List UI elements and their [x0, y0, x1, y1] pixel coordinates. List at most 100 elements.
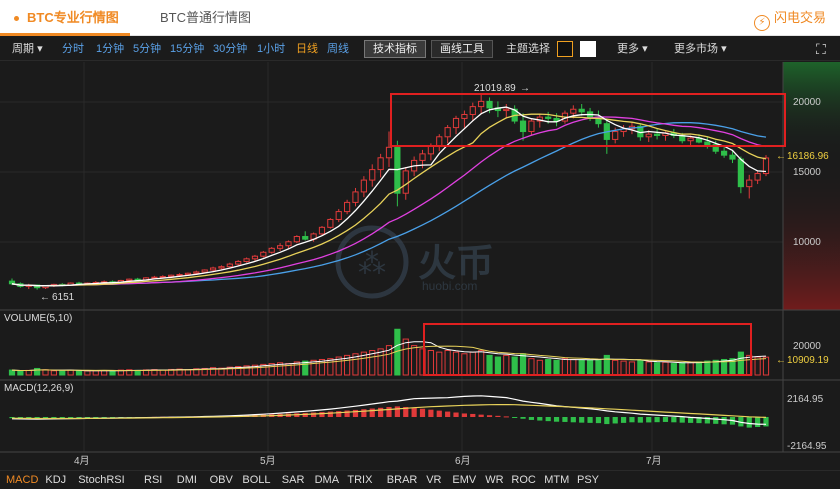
- indicator-rsi[interactable]: RSI: [144, 471, 162, 489]
- volume-bar: [570, 358, 577, 376]
- interval-30min[interactable]: 30分钟: [213, 37, 247, 61]
- tab-basic-label: BTC普通行情图: [160, 10, 252, 25]
- interval-1hour[interactable]: 1小时: [257, 37, 285, 61]
- more-dropdown[interactable]: 更多 ▾: [617, 37, 648, 61]
- volume-bar: [695, 361, 703, 376]
- macd-bar: [361, 409, 367, 417]
- tech-indicator-button[interactable]: 技术指标: [364, 40, 426, 58]
- volume-bar: [545, 358, 552, 376]
- macd-bar: [311, 412, 317, 417]
- macd-bar: [76, 417, 82, 418]
- volume-bar: [84, 370, 91, 376]
- indicator-brar[interactable]: BRAR: [387, 471, 418, 489]
- high-arrow-icon: →: [520, 83, 530, 94]
- volume-bar: [461, 353, 468, 376]
- fullscreen-icon[interactable]: ⛶: [816, 37, 826, 61]
- macd-tick-pos: 2164.95: [787, 394, 824, 405]
- candle-body: [209, 267, 217, 271]
- candle-body: [721, 150, 728, 156]
- macd-bar: [662, 417, 669, 422]
- draw-tool-button[interactable]: 画线工具: [431, 40, 493, 58]
- indicator-emv[interactable]: EMV: [452, 471, 476, 489]
- theme-light-swatch[interactable]: [580, 41, 596, 57]
- indicator-mtm[interactable]: MTM: [544, 471, 569, 489]
- volume-bar: [553, 359, 560, 376]
- period-label: 周期: [12, 43, 34, 55]
- volume-bar: [8, 369, 16, 376]
- macd-bar: [713, 417, 719, 424]
- indicator-boll[interactable]: BOLL: [242, 471, 270, 489]
- candle-body: [729, 154, 736, 160]
- candle-body: [436, 136, 443, 147]
- candle-body: [193, 271, 200, 274]
- macd-bar: [620, 417, 627, 423]
- indicator-psy[interactable]: PSY: [577, 471, 599, 489]
- indicator-stochrsi[interactable]: StochRSI: [78, 471, 124, 489]
- macd-bar: [369, 408, 375, 417]
- indicator-roc[interactable]: ROC: [511, 471, 535, 489]
- more-markets-dropdown[interactable]: 更多市场 ▾: [674, 37, 727, 61]
- volume-bar: [712, 359, 719, 376]
- volume-bar: [704, 360, 711, 376]
- price-chart[interactable]: ⁂ 火币 huobi.com 21019.89 → ← 6151 20000 1…: [0, 62, 840, 468]
- price-tick-10000: 10000: [793, 237, 821, 248]
- volume-bar: [17, 370, 24, 376]
- indicator-trix[interactable]: TRIX: [347, 471, 372, 489]
- candle-body: [427, 145, 434, 155]
- indicator-sar[interactable]: SAR: [282, 471, 305, 489]
- volume-bar: [628, 361, 636, 376]
- candle-body: [385, 146, 393, 159]
- interval-15min[interactable]: 15分钟: [170, 37, 204, 61]
- volume-bar: [486, 354, 493, 376]
- volume-bar: [109, 370, 116, 376]
- candle-body: [369, 169, 376, 181]
- macd-bar: [763, 417, 769, 427]
- tab-basic-chart[interactable]: BTC普通行情图: [160, 0, 251, 36]
- macd-bar: [654, 417, 660, 423]
- caret-down-icon: ▾: [37, 43, 43, 55]
- candle-body: [302, 236, 309, 240]
- macd-bar: [386, 406, 392, 417]
- volume-current-label: 10909.19: [787, 355, 829, 366]
- macd-bar: [453, 412, 459, 417]
- candle-body: [528, 120, 535, 133]
- interval-1min[interactable]: 1分钟: [96, 37, 124, 61]
- indicator-dma[interactable]: DMA: [315, 471, 339, 489]
- volume-bar: [67, 369, 74, 376]
- interval-weekly[interactable]: 周线: [327, 37, 349, 61]
- period-dropdown[interactable]: 周期 ▾: [12, 37, 43, 61]
- interval-daily[interactable]: 日线: [296, 37, 318, 61]
- tab-pro-chart[interactable]: BTC专业行情图: [0, 0, 130, 36]
- volume-bar: [737, 351, 744, 376]
- indicator-macd[interactable]: MACD: [6, 471, 38, 489]
- candle-body: [545, 116, 552, 119]
- macd-bar: [512, 417, 518, 418]
- volume-bar: [595, 358, 602, 376]
- macd-bar: [537, 417, 543, 421]
- indicator-obv[interactable]: OBV: [210, 471, 233, 489]
- macd-bar: [721, 417, 727, 425]
- indicator-wr[interactable]: WR: [485, 471, 503, 489]
- macd-bar: [604, 417, 610, 425]
- macd-bar: [327, 411, 333, 417]
- more-label: 更多: [617, 43, 639, 55]
- macd-bar: [528, 417, 535, 420]
- bolt-icon: ⚡: [753, 15, 770, 31]
- tab-pro-label: BTC专业行情图: [27, 10, 119, 25]
- macd-bar: [411, 407, 417, 417]
- indicator-vr[interactable]: VR: [426, 471, 441, 489]
- interval-timeshare[interactable]: 分时: [62, 37, 84, 61]
- macd-bar: [629, 417, 635, 423]
- indicator-kdj[interactable]: KDJ: [45, 471, 66, 489]
- flash-trade-button[interactable]: ⚡ 闪电交易: [753, 0, 826, 36]
- candle: [327, 218, 334, 229]
- macd-bar: [419, 408, 426, 417]
- volume-bar: [159, 369, 166, 376]
- volume-bar: [536, 359, 543, 376]
- macd-bar: [646, 417, 652, 423]
- watermark-site: huobi.com: [422, 279, 477, 293]
- indicator-dmi[interactable]: DMI: [177, 471, 197, 489]
- interval-5min[interactable]: 5分钟: [133, 37, 161, 61]
- theme-dark-swatch[interactable]: [557, 41, 573, 57]
- macd-title: MACD(12,26,9): [4, 383, 73, 394]
